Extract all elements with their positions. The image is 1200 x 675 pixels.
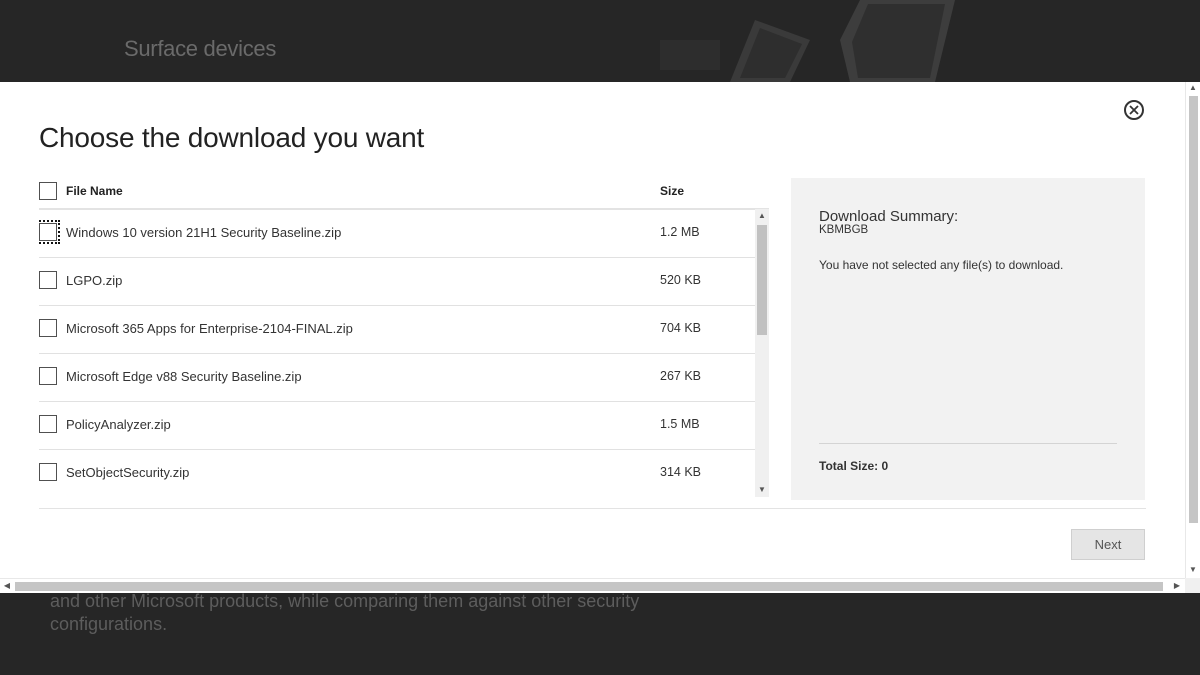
window-horizontal-scroll-thumb[interactable] — [15, 582, 1163, 591]
summary-total-size: Total Size: 0 — [819, 459, 889, 473]
column-header-size: Size — [660, 184, 685, 198]
file-row[interactable]: Windows 10 version 21H1 Security Baselin… — [39, 209, 755, 258]
file-row[interactable]: Microsoft Edge v88 Security Baseline.zip… — [39, 353, 755, 402]
file-checkbox[interactable] — [39, 319, 57, 337]
window-vertical-scrollbar[interactable]: ▲ ▼ — [1185, 82, 1200, 578]
scroll-up-icon[interactable]: ▲ — [755, 209, 769, 223]
close-icon[interactable] — [1124, 100, 1144, 120]
download-summary-panel: Download Summary: KBMBGB You have not se… — [791, 178, 1145, 500]
file-name: Microsoft 365 Apps for Enterprise-2104-F… — [66, 321, 353, 336]
file-name: SetObjectSecurity.zip — [66, 465, 190, 480]
file-checkbox[interactable] — [39, 463, 57, 481]
background-title: Surface devices — [124, 36, 277, 61]
file-row[interactable]: PolicyAnalyzer.zip 1.5 MB — [39, 401, 755, 450]
file-size: 314 KB — [660, 465, 702, 479]
next-button[interactable]: Next — [1071, 529, 1145, 560]
file-checkbox[interactable] — [39, 271, 57, 289]
window-scroll-right-icon[interactable]: ▶ — [1171, 579, 1183, 593]
dialog-title: Choose the download you want — [39, 122, 425, 153]
window-scroll-left-icon[interactable]: ◀ — [1, 579, 13, 593]
background-text: and other Microsoft products, while comp… — [50, 591, 640, 634]
file-name: Windows 10 version 21H1 Security Baselin… — [66, 225, 342, 240]
file-checkbox[interactable] — [39, 367, 57, 385]
file-name: LGPO.zip — [66, 273, 123, 288]
scrollbar-corner — [1185, 578, 1200, 593]
file-name: PolicyAnalyzer.zip — [66, 417, 171, 432]
window-horizontal-scrollbar[interactable]: ◀ ▶ — [0, 578, 1185, 593]
scroll-down-icon[interactable]: ▼ — [755, 483, 769, 497]
file-size: 520 KB — [660, 273, 702, 287]
download-dialog: Choose the download you want File Name S… — [0, 82, 1200, 593]
summary-title: Download Summary: — [819, 208, 959, 225]
file-row[interactable]: Microsoft 365 Apps for Enterprise-2104-F… — [39, 305, 755, 354]
dialog-divider — [39, 508, 1146, 509]
file-size: 1.5 MB — [660, 417, 700, 431]
window-scroll-down-icon[interactable]: ▼ — [1186, 564, 1200, 576]
summary-divider — [819, 443, 1117, 444]
file-row[interactable]: LGPO.zip 520 KB — [39, 257, 755, 306]
file-checkbox[interactable] — [39, 415, 57, 433]
file-name: Microsoft Edge v88 Security Baseline.zip — [66, 369, 302, 384]
file-list: Windows 10 version 21H1 Security Baselin… — [39, 209, 769, 497]
file-size: 267 KB — [660, 369, 702, 383]
file-list-header: File Name Size — [39, 182, 769, 210]
file-list-scroll-thumb[interactable] — [757, 225, 767, 335]
file-checkbox[interactable] — [39, 220, 60, 244]
column-header-file-name: File Name — [66, 184, 123, 198]
window-vertical-scroll-thumb[interactable] — [1189, 96, 1198, 523]
file-size: 704 KB — [660, 321, 702, 335]
background-header: Surface devices — [0, 0, 1200, 82]
summary-message: You have not selected any file(s) to dow… — [819, 258, 1064, 272]
select-all-checkbox[interactable] — [39, 182, 57, 200]
file-list-scrollbar[interactable]: ▲ ▼ — [755, 209, 769, 497]
window-scroll-up-icon[interactable]: ▲ — [1186, 82, 1200, 94]
file-row[interactable]: SetObjectSecurity.zip 314 KB — [39, 449, 755, 497]
file-size: 1.2 MB — [660, 225, 700, 239]
summary-code: KBMBGB — [819, 224, 869, 236]
surface-devices-image — [660, 0, 955, 82]
